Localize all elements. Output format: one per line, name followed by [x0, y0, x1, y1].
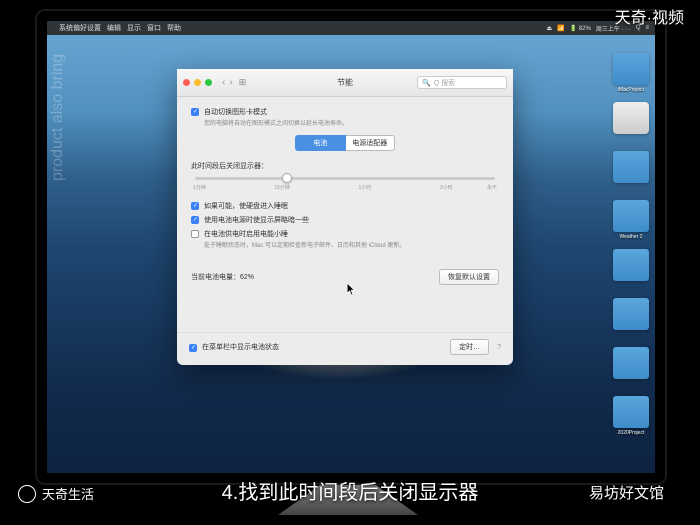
desktop-folder[interactable] — [613, 298, 649, 330]
battery-status[interactable]: 🔋 82% — [570, 25, 591, 32]
menubar: 系统偏好设置 编辑 显示 窗口 帮助 ⏏ 📶 🔋 82% 周三上午 · · · … — [47, 21, 655, 35]
slider-thumb[interactable] — [282, 173, 292, 183]
search-input[interactable]: 🔍 Q 搜索 — [417, 76, 507, 89]
show-all-icon[interactable]: ⊞ — [239, 77, 247, 88]
watermark-top: 天奇·视频 — [615, 4, 684, 28]
menu-view[interactable]: 显示 — [127, 23, 141, 33]
schedule-button[interactable]: 定时… — [450, 339, 489, 355]
dim-display-label: 使用电池电源时使显示屏略暗一些 — [204, 215, 309, 225]
desktop-folder[interactable] — [613, 347, 649, 379]
help-icon[interactable]: ? — [497, 344, 501, 351]
desktop-folder[interactable]: iMacProject — [613, 53, 649, 85]
desktop-folder[interactable]: Weather 2 — [613, 200, 649, 232]
show-in-menubar-checkbox[interactable] — [189, 344, 197, 352]
power-nap-checkbox[interactable] — [191, 230, 199, 238]
search-icon: 🔍 — [422, 79, 431, 87]
window-titlebar[interactable]: ‹ › ⊞ 节能 🔍 Q 搜索 — [177, 69, 513, 97]
hdd-sleep-label: 如果可能，使硬盘进入睡眠 — [204, 201, 288, 211]
back-icon[interactable]: ‹ — [222, 77, 225, 88]
power-source-tabs: 电池 电源适配器 — [295, 135, 395, 151]
tab-adapter[interactable]: 电源适配器 — [346, 135, 396, 151]
auto-graphics-hint: 您的电脑将自动在图形模式之间切换以延长电池寿命。 — [204, 121, 499, 129]
zoom-icon[interactable] — [205, 79, 212, 86]
desktop-icons-column: iMacProject Weather 2 2020Project — [613, 53, 649, 428]
desktop-disk[interactable] — [613, 102, 649, 134]
search-placeholder: Q 搜索 — [434, 78, 455, 88]
slider-ticks: 1分钟 15分钟 1小时 3小时 永不 — [193, 184, 497, 191]
minimize-icon[interactable] — [194, 79, 201, 86]
cursor-icon — [347, 283, 356, 296]
menu-edit[interactable]: 编辑 — [107, 23, 121, 33]
vertical-text: product also bring — [49, 54, 67, 181]
auto-graphics-label: 自动切换图形卡模式 — [204, 107, 267, 117]
power-nap-label: 在电池供电时启用电能小睡 — [204, 229, 288, 239]
power-nap-hint: 处于睡眠状态时，Mac 可以定期检查新电子邮件、日历和其他 iCloud 更新。 — [204, 243, 499, 251]
app-menu[interactable]: 系统偏好设置 — [59, 23, 101, 33]
desktop-folder[interactable] — [613, 151, 649, 183]
watermark-bottom-right: 易坊好文馆 — [589, 482, 664, 503]
close-icon[interactable] — [183, 79, 190, 86]
forward-icon[interactable]: › — [229, 77, 232, 88]
display-sleep-slider[interactable] — [195, 177, 495, 180]
display-sleep-label: 此时间段后关闭显示器： — [191, 161, 499, 171]
desktop-folder[interactable] — [613, 249, 649, 281]
wifi-icon[interactable]: 📶 — [557, 25, 564, 32]
restore-defaults-button[interactable]: 恢复默认设置 — [439, 269, 499, 285]
hdd-sleep-checkbox[interactable] — [191, 202, 199, 210]
eject-icon[interactable]: ⏏ — [547, 25, 553, 32]
desktop-folder[interactable]: 2020Project — [613, 396, 649, 428]
dim-display-checkbox[interactable] — [191, 216, 199, 224]
energy-saver-window: ‹ › ⊞ 节能 🔍 Q 搜索 自动切换图形卡模式 您的电脑将自动在图形模式之间… — [177, 69, 513, 365]
desktop-wallpaper: 系统偏好设置 编辑 显示 窗口 帮助 ⏏ 📶 🔋 82% 周三上午 · · · … — [47, 21, 655, 473]
menu-help[interactable]: 帮助 — [167, 23, 181, 33]
show-in-menubar-label: 在菜单栏中显示电池状态 — [202, 342, 279, 352]
menu-window[interactable]: 窗口 — [147, 23, 161, 33]
tab-battery[interactable]: 电池 — [295, 135, 346, 151]
battery-level-text: 当前电池电量：62% — [191, 272, 254, 282]
auto-graphics-checkbox[interactable] — [191, 108, 199, 116]
